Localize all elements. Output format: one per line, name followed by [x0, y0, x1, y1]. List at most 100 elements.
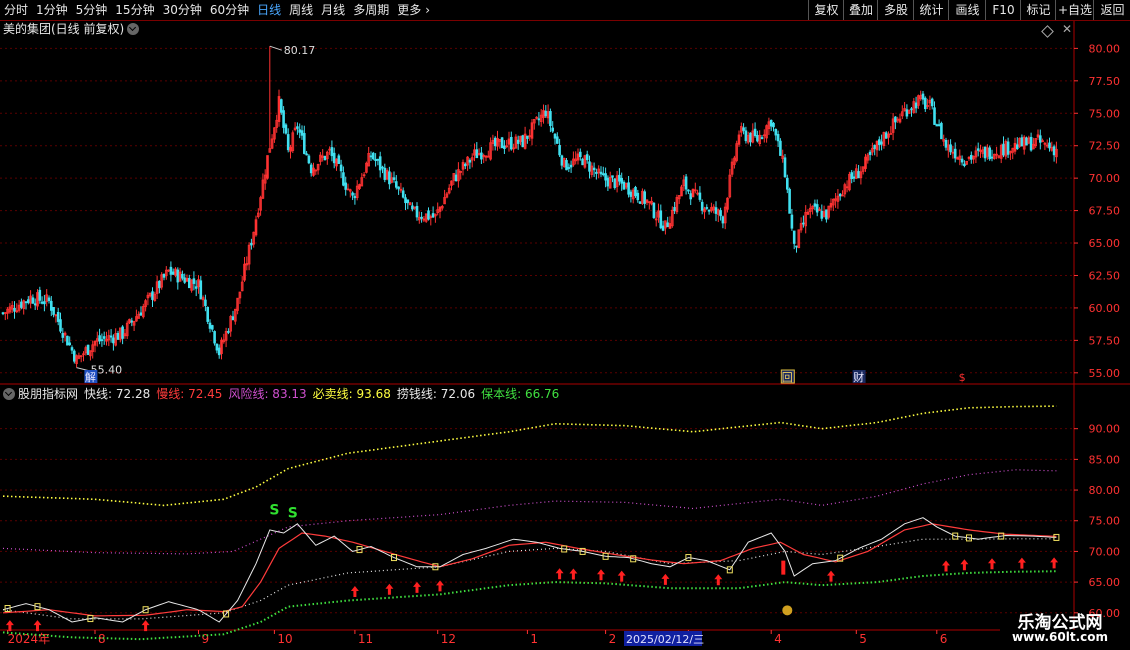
main-y-tick-label: 60.00: [1089, 302, 1121, 315]
toolbar-button-7[interactable]: +自选: [1055, 0, 1094, 20]
chevron-right-icon[interactable]: ›: [425, 0, 434, 20]
candle-body: [507, 138, 511, 145]
close-icon[interactable]: ✕: [1062, 22, 1072, 36]
candle-body: [420, 216, 423, 219]
period-tab-9[interactable]: 多周期: [349, 0, 393, 20]
candle-body: [194, 286, 198, 289]
candle-body: [291, 132, 295, 151]
toolbar-button-2[interactable]: 多股: [877, 0, 914, 20]
candle-body: [6, 308, 9, 314]
toolbar-button-0[interactable]: 复权: [808, 0, 844, 20]
indicator-name[interactable]: 股朋指标网: [18, 387, 78, 401]
candle-body: [542, 110, 545, 118]
chevron-down-icon[interactable]: [127, 22, 140, 35]
candle-body: [740, 126, 743, 133]
candle-body: [514, 136, 518, 149]
signal-box: [952, 532, 959, 540]
candle-body: [56, 311, 60, 322]
period-tab-3[interactable]: 15分钟: [111, 0, 158, 20]
candle-body: [1013, 142, 1017, 152]
period-tab-6[interactable]: 日线: [253, 0, 285, 20]
toolbar-button-5[interactable]: F10: [985, 0, 1021, 20]
candle-body: [146, 294, 150, 299]
candle-body: [763, 134, 766, 137]
event-marker-box: [780, 369, 795, 384]
period-tab-1[interactable]: 1分钟: [32, 0, 72, 20]
low-price-label: 55.40: [91, 364, 123, 377]
candle-body: [79, 355, 83, 358]
candle-body: [374, 158, 377, 162]
toolbar-button-6[interactable]: 标记: [1020, 0, 1056, 20]
candle-body: [530, 122, 534, 139]
toolbar-button-3[interactable]: 统计: [913, 0, 949, 20]
x-tick-label: 1: [530, 632, 538, 646]
diamond-icon[interactable]: [1041, 25, 1054, 38]
candle-body: [781, 155, 784, 159]
candle-body: [130, 320, 134, 323]
candle-body: [68, 342, 72, 346]
candle-body: [756, 135, 759, 142]
candle-body: [199, 280, 203, 300]
candle-body: [298, 129, 301, 133]
candle-body: [907, 110, 911, 114]
period-tab-7[interactable]: 周线: [285, 0, 317, 20]
candle-body: [484, 155, 488, 158]
candle-body: [77, 355, 81, 359]
candle-body: [197, 279, 200, 288]
candle-body: [891, 118, 895, 133]
candle-body: [717, 209, 720, 215]
period-tab-0[interactable]: 分时: [0, 0, 32, 20]
period-tab-2[interactable]: 5分钟: [72, 0, 112, 20]
chevron-down-icon[interactable]: [3, 387, 15, 400]
candle-body: [700, 201, 704, 211]
candle-body: [167, 269, 170, 272]
candle-body: [63, 332, 67, 336]
period-tab-10[interactable]: 更多: [393, 0, 425, 20]
candle-body: [335, 158, 338, 167]
candle-body: [723, 206, 727, 224]
x-tick-label: 6: [940, 632, 948, 646]
toolbar-button-4[interactable]: 画线: [948, 0, 986, 20]
buy-arrow: [385, 583, 394, 595]
candle-body: [705, 207, 709, 209]
candle-body: [217, 347, 221, 356]
candle-body: [275, 119, 278, 128]
candle-body: [473, 149, 476, 156]
buy-arrow: [141, 620, 150, 632]
candle-body: [592, 167, 596, 171]
toolbar-button-8[interactable]: 返回: [1093, 0, 1130, 20]
sell-signal-label: S: [288, 506, 298, 522]
candle-body: [270, 138, 274, 149]
candle-body: [362, 174, 366, 177]
toolbar-button-1[interactable]: 叠加: [843, 0, 878, 20]
period-tab-5[interactable]: 60分钟: [206, 0, 253, 20]
period-tab-8[interactable]: 月线: [317, 0, 349, 20]
period-tabs: 分时 1分钟 5分钟 15分钟 30分钟 60分钟 日线 周线 月线 多周期 更多 ›: [0, 0, 434, 20]
candle-body: [569, 164, 573, 168]
candle-body: [233, 308, 237, 322]
candle-body: [880, 141, 883, 145]
candle-body: [556, 136, 559, 144]
candle-body: [213, 331, 216, 344]
candle-body: [31, 297, 35, 304]
candle-body: [703, 208, 706, 213]
indicator-value-3: 必卖线: 93.68: [312, 387, 391, 401]
candle-body: [54, 314, 58, 317]
period-tab-4[interactable]: 30分钟: [159, 0, 206, 20]
candle-body: [148, 292, 152, 297]
candle-body: [252, 231, 256, 245]
candle-body: [254, 219, 258, 236]
x-tick-label: 5: [859, 632, 867, 646]
signal-box: [726, 566, 733, 574]
candle-body: [666, 222, 669, 228]
candle-body: [595, 171, 598, 174]
candle-body: [928, 99, 932, 104]
stock-title[interactable]: 美的集团(日线 前复权): [3, 22, 124, 36]
x-tick-label: 2: [609, 632, 617, 646]
candle-body: [519, 135, 522, 142]
candle-body: [625, 183, 628, 188]
candle-body: [346, 188, 350, 191]
candle-body: [169, 266, 173, 275]
candle-body: [937, 124, 941, 127]
candle-body: [158, 280, 161, 289]
